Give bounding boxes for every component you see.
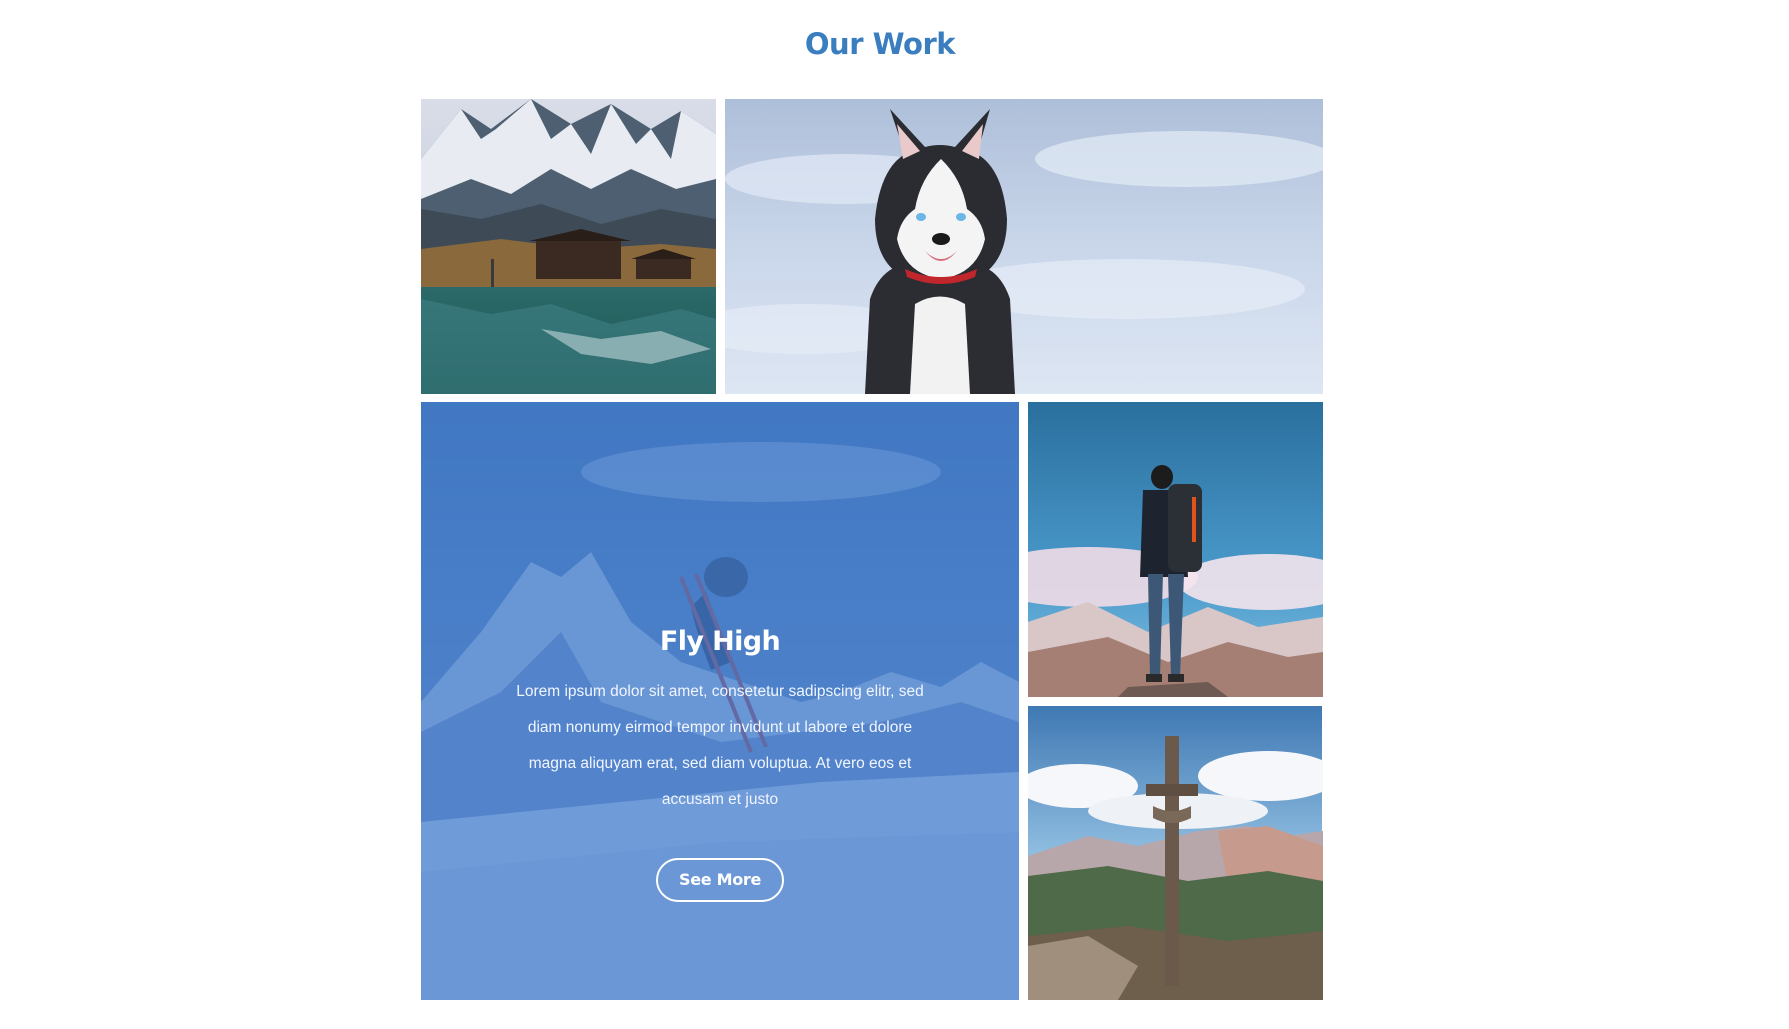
gallery-image-hiker[interactable] [1028,402,1323,697]
featured-card[interactable]: Fly High Lorem ipsum dolor sit amet, con… [421,402,1019,1000]
featured-title: Fly High [659,626,781,657]
mountain-lake-image [421,99,716,394]
see-more-button[interactable]: See More [656,858,784,902]
section-title: Our Work [804,27,956,61]
gallery-image-summit-cross[interactable] [1028,706,1323,1000]
our-work-section: Our Work Fly High Lorem ipsum dolor sit … [0,0,1789,1029]
gallery-image-husky[interactable] [725,99,1323,394]
hiker-image [1028,402,1323,697]
featured-description: Lorem ipsum dolor sit amet, consetetur s… [516,683,924,808]
gallery-image-mountain-lake[interactable] [421,99,716,394]
featured-content: Fly High Lorem ipsum dolor sit amet, con… [421,624,1019,902]
summit-cross-image [1028,706,1323,1000]
husky-image [725,99,1323,394]
